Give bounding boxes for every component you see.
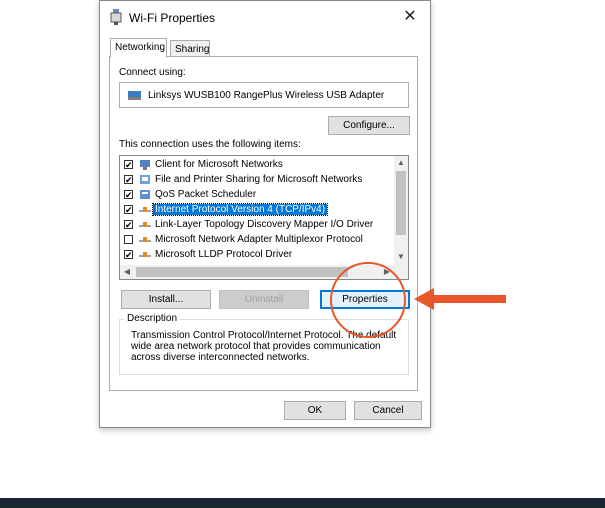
file-sharing-icon [140, 175, 150, 184]
item-label: QoS Packet Scheduler [155, 189, 257, 200]
list-item[interactable]: ✔ QoS Packet Scheduler [124, 188, 394, 203]
item-label: Link-Layer Topology Discovery Mapper I/O… [155, 219, 374, 230]
tab-sharing[interactable]: Sharing [170, 40, 210, 57]
list-item-selected[interactable]: ✔ Internet Protocol Version 4 (TCP/IPv4) [124, 203, 394, 218]
tab-networking[interactable]: Networking [110, 38, 167, 58]
protocol-icon [139, 252, 151, 257]
protocol-icon [139, 237, 151, 242]
protocol-icon [139, 222, 151, 227]
scroll-thumb[interactable] [136, 267, 348, 277]
pointer-arrow-icon [414, 288, 506, 310]
adapter-name: Linksys WUSB100 RangePlus Wireless USB A… [148, 90, 385, 101]
network-adapter-icon [128, 91, 141, 100]
configure-button[interactable]: Configure... [328, 116, 410, 135]
install-button[interactable]: Install... [121, 290, 211, 309]
bottom-bar [0, 498, 605, 508]
checkbox[interactable]: ✔ [124, 250, 133, 260]
item-label: Microsoft Network Adapter Multiplexor Pr… [155, 234, 363, 245]
items-label: This connection uses the following items… [119, 139, 301, 150]
cancel-button[interactable]: Cancel [354, 401, 422, 420]
checkbox[interactable]: ✔ [124, 190, 133, 200]
scroll-down-icon[interactable]: ▼ [394, 252, 408, 261]
list-item[interactable]: Microsoft Network Adapter Multiplexor Pr… [124, 233, 394, 248]
description-title: Description [124, 313, 181, 324]
title-bar: Wi-Fi Properties ✕ [100, 1, 430, 33]
scroll-left-icon[interactable]: ◀ [120, 267, 134, 276]
item-label: Internet Protocol Version 4 (TCP/IPv4) [151, 203, 329, 216]
item-label: Microsoft LLDP Protocol Driver [155, 249, 293, 260]
checkbox[interactable]: ✔ [124, 160, 133, 170]
checkbox[interactable]: ✔ [124, 175, 133, 185]
list-item[interactable]: ✔ Client for Microsoft Networks [124, 158, 394, 173]
uninstall-button[interactable]: Uninstall [219, 290, 309, 309]
ok-button[interactable]: OK [284, 401, 346, 420]
item-label: Client for Microsoft Networks [155, 159, 283, 170]
client-icon [140, 160, 150, 170]
adapter-field: Linksys WUSB100 RangePlus Wireless USB A… [119, 82, 409, 108]
scroll-thumb[interactable] [396, 171, 406, 235]
protocol-icon [139, 207, 151, 212]
list-item[interactable]: ✔ File and Printer Sharing for Microsoft… [124, 173, 394, 188]
checkbox[interactable]: ✔ [124, 220, 133, 230]
highlight-circle [330, 262, 406, 338]
qos-icon [140, 190, 150, 199]
checkbox[interactable]: ✔ [124, 205, 133, 215]
checkbox[interactable] [124, 235, 133, 244]
vertical-scrollbar[interactable]: ▲ ▼ [394, 156, 408, 265]
close-icon[interactable]: ✕ [400, 7, 420, 27]
item-label: File and Printer Sharing for Microsoft N… [155, 174, 363, 185]
window-title: Wi-Fi Properties [129, 11, 216, 25]
list-item[interactable]: ✔ Microsoft LLDP Protocol Driver [124, 248, 394, 263]
list-item[interactable]: ✔ Link-Layer Topology Discovery Mapper I… [124, 218, 394, 233]
wifi-adapter-icon [110, 9, 122, 25]
connect-using-label: Connect using: [119, 67, 186, 78]
scroll-up-icon[interactable]: ▲ [394, 158, 408, 167]
